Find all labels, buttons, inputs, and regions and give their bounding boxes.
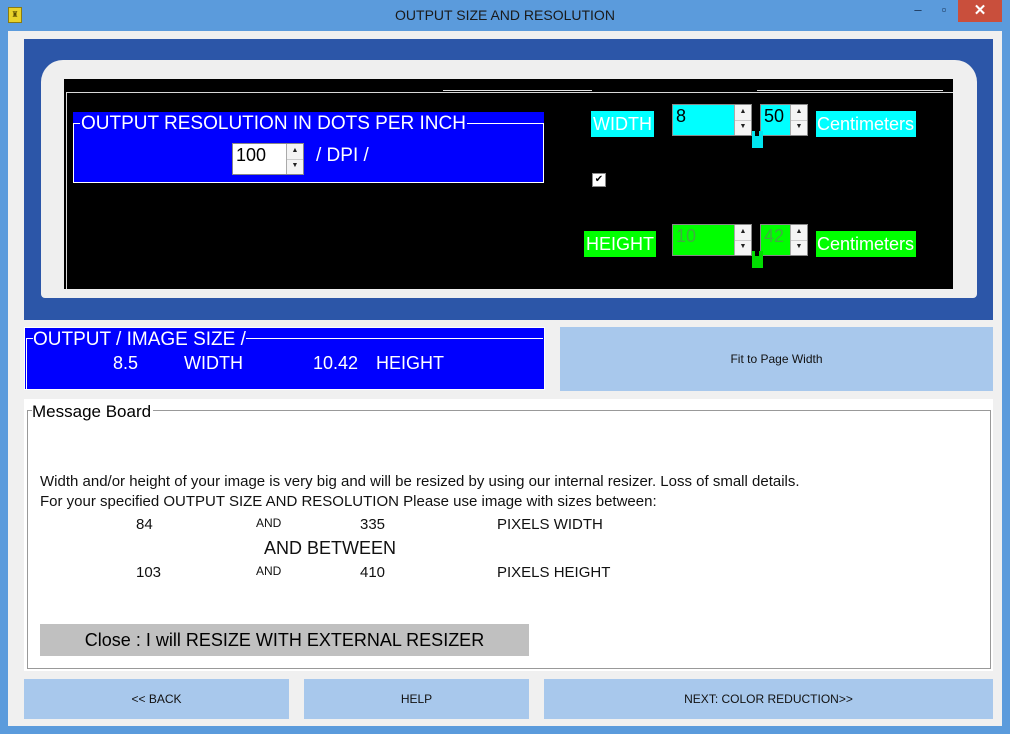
spin-up-icon[interactable]: ▲ — [791, 225, 807, 241]
message-text: Width and/or height of your image is ver… — [40, 473, 800, 510]
width-label: WIDTH — [591, 111, 654, 137]
dpi-value[interactable]: 100 — [236, 145, 266, 166]
close-window-button[interactable]: ✕ — [958, 0, 1002, 22]
width-unit-label: Centimeters — [816, 111, 916, 137]
minimize-button[interactable]: ‒ — [906, 0, 930, 22]
message-board-legend: Message Board — [32, 402, 154, 422]
spin-down-icon[interactable]: ▼ — [791, 240, 807, 255]
next-color-reduction-button[interactable]: NEXT: COLOR REDUCTION>> — [544, 679, 993, 719]
spin-down-icon[interactable]: ▼ — [735, 240, 751, 255]
close-external-resizer-button[interactable]: Close : I will RESIZE WITH EXTERNAL RESI… — [40, 624, 529, 656]
maximize-button[interactable]: ▫ — [932, 0, 956, 22]
fit-to-page-width-button[interactable]: Fit to Page Width — [560, 327, 993, 391]
and-between-label: AND BETWEEN — [264, 538, 397, 558]
height-decimal-arrows: ▲ ▼ — [790, 225, 807, 255]
height-whole-spinner[interactable]: 10 ▲ ▼ — [672, 224, 752, 256]
keep-aspect-checkbox[interactable]: ✔ — [592, 173, 606, 187]
width-spinner-arrows: ▲ ▼ — [734, 105, 751, 135]
divider-line — [443, 90, 592, 91]
spin-down-icon[interactable]: ▼ — [287, 159, 303, 174]
output-height-label: HEIGHT — [376, 353, 445, 373]
dpi-spinner[interactable]: 100 ▲ ▼ — [232, 143, 304, 175]
dpi-spinner-arrows: ▲ ▼ — [286, 144, 303, 174]
divider-line — [757, 90, 943, 91]
height-decimal-spinner[interactable]: 42 ▲ ▼ — [760, 224, 808, 256]
window-title: OUTPUT SIZE AND RESOLUTION — [395, 7, 615, 23]
output-width-value: 8.5 — [113, 353, 139, 373]
width-whole-spinner[interactable]: 8 ▲ ▼ — [672, 104, 752, 136]
and-label: AND — [256, 516, 282, 530]
height-label: HEIGHT — [584, 231, 657, 257]
resolution-legend: OUTPUT RESOLUTION IN DOTS PER INCH — [80, 113, 467, 135]
height-spinner-arrows: ▲ ▼ — [734, 225, 751, 255]
pixels-height-label: PIXELS HEIGHT — [497, 564, 611, 581]
width-whole-value[interactable]: 8 — [676, 106, 686, 127]
output-width-label: WIDTH — [184, 353, 243, 373]
dpi-unit-label: / DPI / — [316, 145, 369, 166]
decimal-dot-icon — [755, 251, 759, 256]
height-decimal-value[interactable]: 42 — [764, 226, 784, 247]
and-label: AND — [256, 564, 282, 578]
max-width-value: 335 — [360, 516, 386, 533]
output-size-legend: OUTPUT / IMAGE SIZE / — [33, 329, 246, 351]
pixels-width-label: PIXELS WIDTH — [497, 516, 603, 533]
help-button[interactable]: HELP — [304, 679, 529, 719]
decimal-dot-icon — [755, 131, 759, 136]
height-unit-label: Centimeters — [816, 231, 916, 257]
output-height-value: 10.42 — [313, 353, 359, 373]
spin-down-icon[interactable]: ▼ — [791, 120, 807, 135]
back-button[interactable]: << BACK — [24, 679, 289, 719]
spin-down-icon[interactable]: ▼ — [735, 120, 751, 135]
min-height-value: 103 — [136, 564, 162, 581]
spin-up-icon[interactable]: ▲ — [735, 225, 751, 241]
spin-up-icon[interactable]: ▲ — [735, 105, 751, 121]
width-decimal-value[interactable]: 50 — [764, 106, 784, 127]
height-whole-value[interactable]: 10 — [676, 226, 696, 247]
max-height-value: 410 — [360, 564, 386, 581]
width-decimal-spinner[interactable]: 50 ▲ ▼ — [760, 104, 808, 136]
spin-up-icon[interactable]: ▲ — [791, 105, 807, 121]
width-decimal-arrows: ▲ ▼ — [790, 105, 807, 135]
spin-up-icon[interactable]: ▲ — [287, 144, 303, 160]
min-width-value: 84 — [136, 516, 153, 533]
